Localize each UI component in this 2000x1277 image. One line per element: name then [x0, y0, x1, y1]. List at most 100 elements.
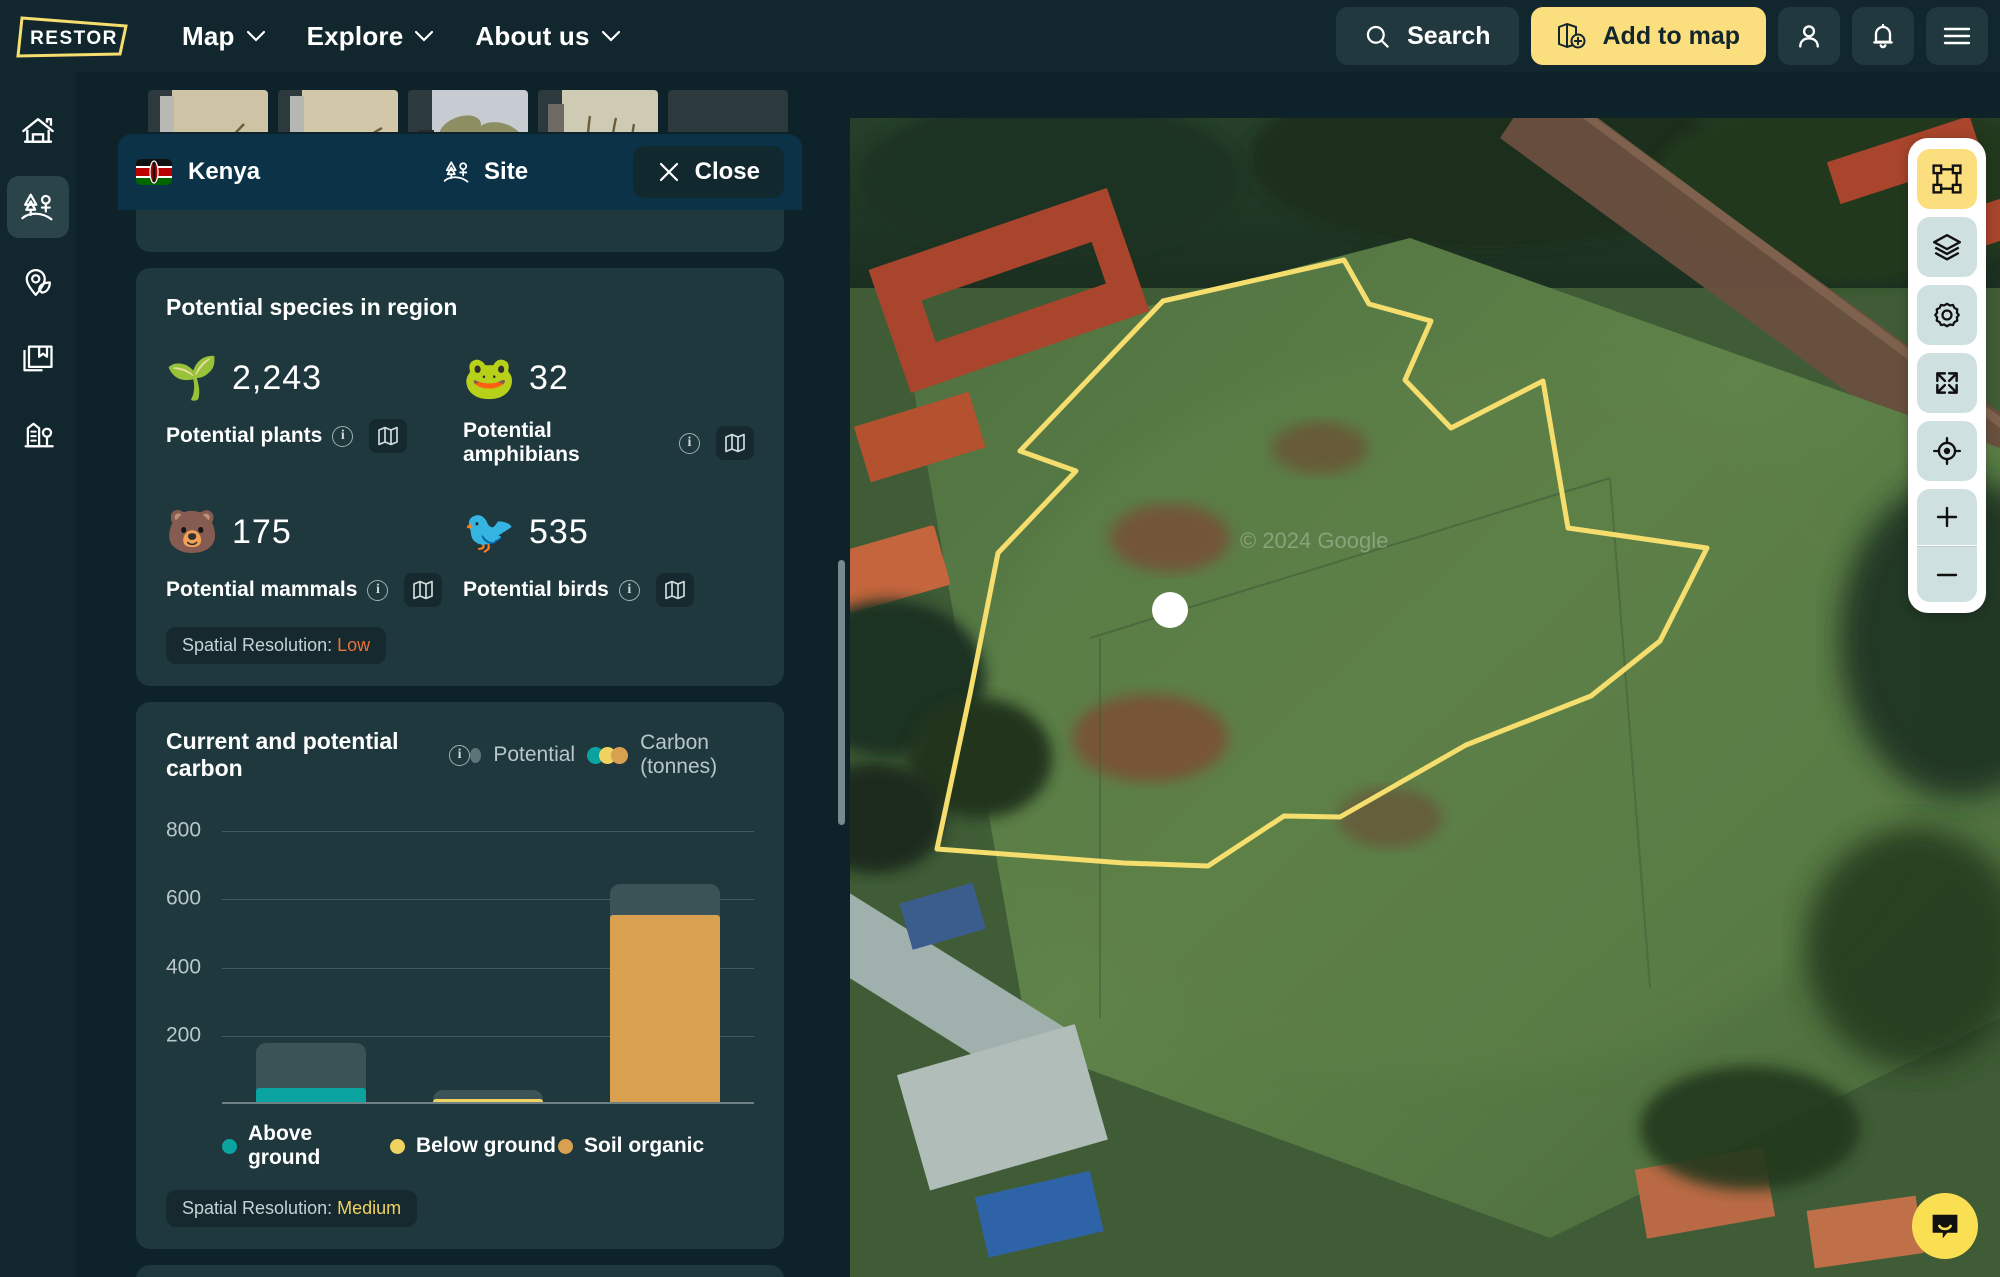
panel-scroll-content[interactable]: Potential species in region 🌱 2,243 Pote… [118, 210, 802, 1277]
panel-scrollbar[interactable] [838, 560, 845, 825]
zoom-out-button[interactable] [1917, 546, 1977, 602]
info-icon[interactable]: i [679, 433, 700, 454]
gear-icon [1932, 300, 1962, 330]
close-icon [657, 160, 681, 184]
potential-species-card: Potential species in region 🌱 2,243 Pote… [136, 268, 784, 686]
satellite-map[interactable]: © 2024 Google [850, 118, 2000, 1277]
kenya-flag-icon [136, 159, 172, 185]
menu-button[interactable] [1926, 7, 1988, 65]
frog-icon: 🐸 [463, 357, 513, 399]
species-grid: 🌱 2,243 Potential plants i [166, 347, 754, 607]
map-imagery: © 2024 Google [850, 118, 2000, 1277]
y-axis-tick-label: 800 [166, 819, 201, 843]
resolution-prefix: Spatial Resolution: [182, 1198, 332, 1219]
add-to-map-button[interactable]: Add to map [1531, 7, 1767, 65]
restor-logo[interactable]: RESTOR [14, 12, 134, 60]
layers-button[interactable] [1917, 217, 1977, 277]
carbon-card-title: Current and potential carbon i [166, 728, 470, 782]
sidebar-item-collections[interactable] [7, 328, 69, 390]
plus-icon [1933, 503, 1961, 531]
search-button[interactable]: Search [1336, 7, 1518, 65]
panel-header: Kenya Site Close [118, 134, 802, 210]
show-on-map-button[interactable] [716, 426, 754, 460]
species-item-birds: 🐦 535 Potential birds i [463, 501, 754, 607]
close-label: Close [695, 158, 760, 186]
chat-widget-button[interactable] [1912, 1193, 1978, 1259]
layers-icon [1932, 232, 1962, 262]
nav-item-about-us[interactable]: About us [475, 21, 619, 52]
hamburger-menu-icon [1942, 24, 1972, 48]
show-on-map-button[interactable] [656, 573, 694, 607]
current-bar [256, 1088, 366, 1102]
country-label: Kenya [188, 158, 260, 186]
species-label: Potential plants [166, 424, 322, 448]
species-image-strip[interactable] [148, 90, 788, 132]
species-thumbnail[interactable] [408, 90, 528, 132]
carbon-chart-card: Current and potential carbon i Potential… [136, 702, 784, 1249]
info-icon[interactable]: i [449, 745, 470, 766]
resolution-prefix: Spatial Resolution: [182, 635, 332, 656]
search-icon [1364, 23, 1391, 50]
fullscreen-button[interactable] [1917, 353, 1977, 413]
show-on-map-button[interactable] [369, 419, 407, 453]
seedling-icon: 🌱 [166, 357, 216, 399]
notifications-button[interactable] [1852, 7, 1914, 65]
species-item-mammals: 🐻 175 Potential mammals i [166, 501, 457, 607]
potential-legend-label: Potential [493, 743, 575, 767]
show-on-map-button[interactable] [404, 573, 442, 607]
sidebar-item-organisations[interactable] [7, 404, 69, 466]
header-actions: Search Add to map [1336, 7, 2000, 65]
bar-group[interactable] [256, 802, 366, 1102]
polygon-draw-icon [1932, 164, 1962, 194]
settings-button[interactable] [1917, 285, 1977, 345]
bear-icon: 🐻 [166, 511, 216, 553]
site-tree-person-icon [442, 157, 472, 187]
draw-polygon-button[interactable] [1917, 149, 1977, 209]
species-spatial-resolution-badge: Spatial Resolution: Low [166, 627, 386, 664]
bird-icon: 🐦 [463, 511, 513, 553]
sidebar-item-places[interactable] [7, 252, 69, 314]
sidebar-item-home[interactable] [7, 100, 69, 162]
close-panel-button[interactable]: Close [633, 146, 784, 198]
carbon-title-text: Current and potential carbon [166, 728, 437, 782]
bar-group[interactable] [433, 802, 543, 1102]
species-thumbnail[interactable] [538, 90, 658, 132]
y-axis-tick-label: 200 [166, 1023, 201, 1047]
add-to-map-label: Add to map [1603, 22, 1741, 51]
site-tree-person-icon [19, 188, 57, 226]
species-value: 32 [529, 359, 569, 398]
legend-dot [558, 1139, 573, 1154]
nav-item-map[interactable]: Map [182, 21, 265, 52]
legend-dot [222, 1139, 237, 1154]
current-bar [433, 1099, 543, 1102]
legend-label: Below ground [416, 1134, 556, 1158]
legend-dot [390, 1139, 405, 1154]
svg-text:RESTOR: RESTOR [30, 28, 118, 49]
map-plus-icon [1557, 22, 1587, 50]
y-axis-tick-label: 600 [166, 887, 201, 911]
evapotranspiration-card: Total annual evapotranspiration i kg H2O… [136, 1265, 784, 1277]
nav-item-explore[interactable]: Explore [307, 21, 434, 52]
chat-bubble-icon [1927, 1208, 1963, 1244]
info-icon[interactable]: i [332, 426, 353, 447]
x-axis [222, 1102, 754, 1104]
map-controls [1908, 138, 1986, 613]
zoom-in-button[interactable] [1917, 489, 1977, 545]
info-icon[interactable]: i [619, 580, 640, 601]
species-thumbnail[interactable] [148, 90, 268, 132]
search-label: Search [1407, 22, 1490, 51]
info-icon[interactable]: i [367, 580, 388, 601]
species-item-plants: 🌱 2,243 Potential plants i [166, 347, 457, 467]
map-icon [377, 426, 399, 446]
map-icon [664, 580, 686, 600]
crosshair-target-icon [1932, 436, 1962, 466]
bar-group[interactable] [610, 802, 720, 1102]
species-thumbnail[interactable] [668, 90, 788, 132]
sidebar-item-sites[interactable] [7, 176, 69, 238]
account-button[interactable] [1778, 7, 1840, 65]
locate-button[interactable] [1917, 421, 1977, 481]
current-bar [610, 915, 720, 1103]
species-thumbnail[interactable] [278, 90, 398, 132]
main-nav: Map Explore About us [182, 21, 620, 52]
user-icon [1795, 22, 1823, 50]
